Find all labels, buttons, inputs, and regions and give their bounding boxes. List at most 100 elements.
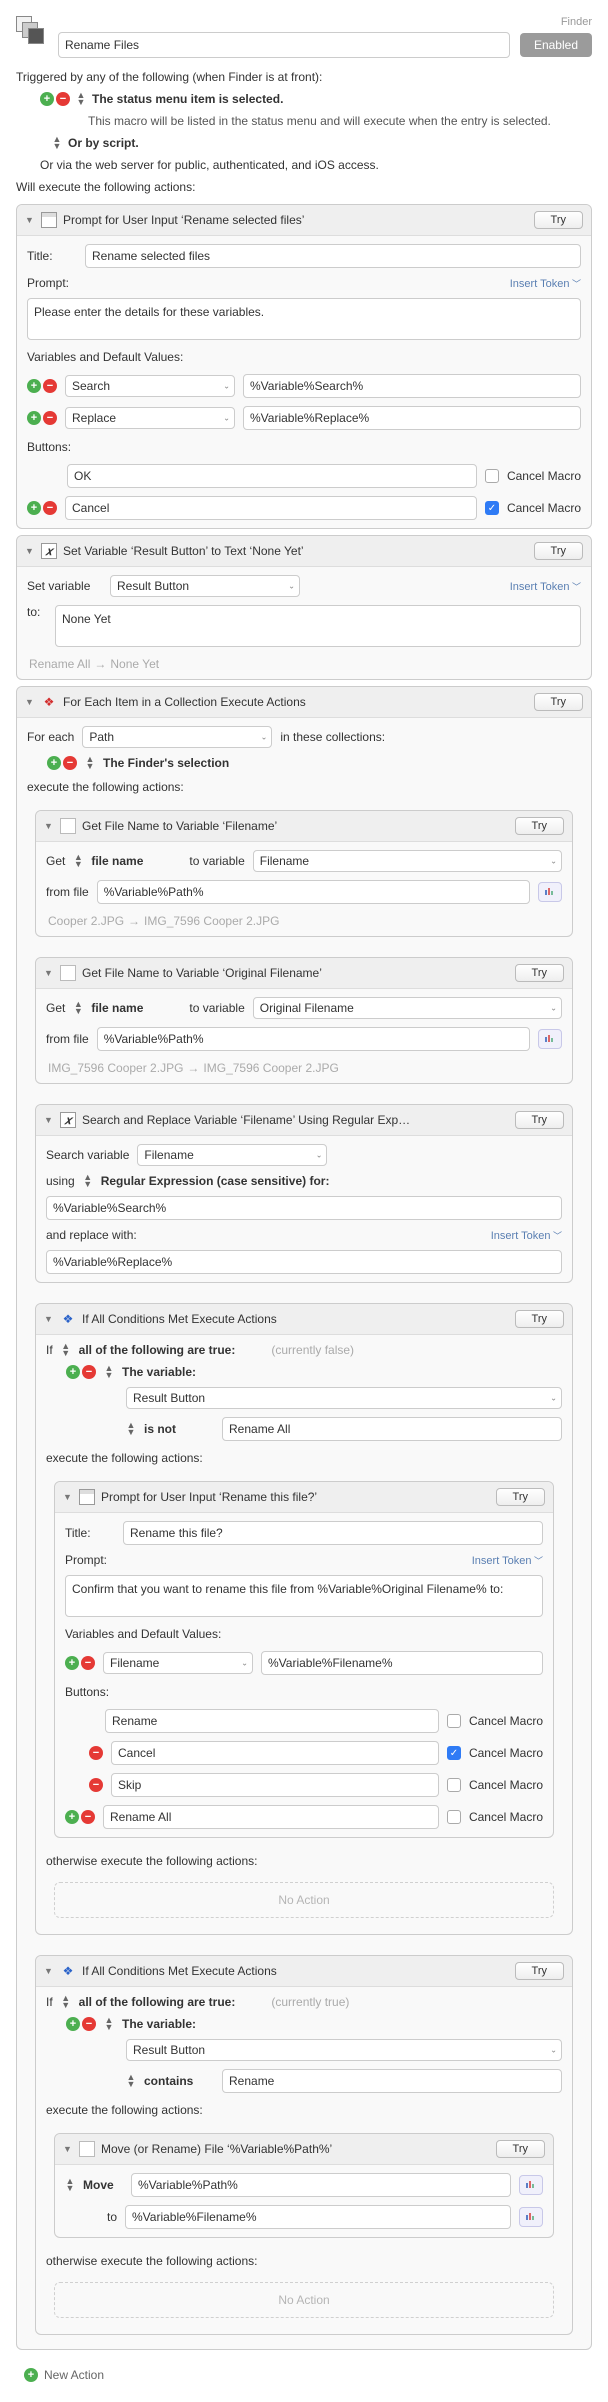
stepper-icon[interactable] [104,1365,114,1379]
cancel-macro-checkbox[interactable] [485,501,499,515]
variable-select[interactable]: Filename⌄ [137,1144,327,1166]
disclosure-icon[interactable]: ▼ [25,697,35,707]
disclosure-icon[interactable]: ▼ [44,1966,54,1976]
stepper-icon[interactable] [83,1174,93,1188]
disclosure-icon[interactable]: ▼ [25,546,35,556]
stepper-icon[interactable] [126,2074,136,2088]
var-add-remove[interactable]: +− [27,411,57,425]
the-variable-label[interactable]: The variable: [122,2017,196,2031]
variable-select[interactable]: Original Filename⌄ [253,997,562,1019]
collection-name[interactable]: The Finder's selection [103,756,229,770]
title-input[interactable] [123,1521,543,1545]
try-button[interactable]: Try [534,211,583,229]
insert-token[interactable]: Insert Token [510,580,581,593]
try-button[interactable]: Try [496,1488,545,1506]
stepper-icon[interactable] [104,2017,114,2031]
enabled-badge[interactable]: Enabled [520,33,592,57]
cond-operator[interactable]: is not [144,1422,214,1436]
choose-file-button[interactable] [519,2175,543,2195]
choose-file-button[interactable] [519,2207,543,2227]
no-action-placeholder[interactable]: No Action [54,1882,554,1918]
button-name-input[interactable] [103,1805,439,1829]
loop-var-select[interactable]: Path⌄ [82,726,272,748]
var-name-select[interactable]: Replace⌄ [65,407,235,429]
var-default-input[interactable] [243,374,581,398]
file-path-input[interactable] [97,880,530,904]
try-button[interactable]: Try [534,542,583,560]
remove-button-icon[interactable]: − [89,1746,103,1760]
stepper-icon[interactable] [73,1001,83,1015]
replace-with-input[interactable] [46,1250,562,1274]
file-path-input[interactable] [97,1027,530,1051]
try-button[interactable]: Try [515,964,564,982]
if-mode[interactable]: all of the following are true: [79,1995,236,2009]
disclosure-icon[interactable]: ▼ [63,1492,73,1502]
variable-select[interactable]: Filename⌄ [253,850,562,872]
prompt-textarea[interactable]: Please enter the details for these varia… [27,298,581,340]
choose-file-button[interactable] [538,882,562,902]
stepper-icon[interactable] [61,1343,71,1357]
macro-name-input[interactable] [58,32,510,58]
cond-variable-select[interactable]: Result Button⌄ [126,2039,562,2061]
stepper-icon[interactable] [85,756,95,770]
try-button[interactable]: Try [515,1962,564,1980]
cond-operator[interactable]: contains [144,2074,214,2088]
variable-select[interactable]: Result Button⌄ [110,575,300,597]
var-default-input[interactable] [261,1651,543,1675]
button-name-input[interactable] [111,1773,439,1797]
trigger-status-menu[interactable]: The status menu item is selected. [92,92,283,106]
var-add-remove[interactable]: +− [27,379,57,393]
choose-file-button[interactable] [538,1029,562,1049]
dst-path-input[interactable] [125,2205,511,2229]
button-name-input[interactable] [65,496,477,520]
button-add-remove[interactable]: +− [27,501,57,515]
disclosure-icon[interactable]: ▼ [63,2144,73,2154]
var-name-select[interactable]: Search⌄ [65,375,235,397]
stepper-icon[interactable] [52,136,62,150]
try-button[interactable]: Try [534,693,583,711]
remove-button-icon[interactable]: − [89,1778,103,1792]
disclosure-icon[interactable]: ▼ [44,1314,54,1324]
cancel-macro-checkbox[interactable] [447,1746,461,1760]
cond-add-remove[interactable]: +− [66,2017,96,2031]
cond-variable-select[interactable]: Result Button⌄ [126,1387,562,1409]
no-action-placeholder[interactable]: No Action [54,2282,554,2318]
stepper-icon[interactable] [61,1995,71,2009]
stepper-icon[interactable] [65,2178,75,2192]
cancel-macro-checkbox[interactable] [447,1778,461,1792]
title-input[interactable] [85,244,581,268]
button-add-remove[interactable]: +− [65,1810,95,1824]
cond-value-input[interactable] [222,2069,562,2093]
button-name-input[interactable] [67,464,477,488]
var-name-select[interactable]: Filename⌄ [103,1652,253,1674]
cancel-macro-checkbox[interactable] [447,1810,461,1824]
src-path-input[interactable] [131,2173,511,2197]
cond-add-remove[interactable]: +− [66,1365,96,1379]
cancel-macro-checkbox[interactable] [447,1714,461,1728]
the-variable-label[interactable]: The variable: [122,1365,196,1379]
insert-token[interactable]: Insert Token [472,1554,543,1567]
stepper-icon[interactable] [126,1422,136,1436]
insert-token[interactable]: Insert Token [510,277,581,290]
var-add-remove[interactable]: +− [65,1656,95,1670]
disclosure-icon[interactable]: ▼ [44,968,54,978]
new-action-label[interactable]: New Action [44,2368,104,2382]
try-button[interactable]: Try [515,817,564,835]
prompt-textarea[interactable]: Confirm that you want to rename this fil… [65,1575,543,1617]
attr-label[interactable]: file name [91,1001,143,1015]
cond-value-input[interactable] [222,1417,562,1441]
try-button[interactable]: Try [496,2140,545,2158]
button-name-input[interactable] [105,1709,439,1733]
move-op[interactable]: Move [83,2178,123,2192]
search-for-input[interactable] [46,1196,562,1220]
trigger-or-by-script[interactable]: Or by script. [68,136,139,150]
disclosure-icon[interactable]: ▼ [25,215,35,225]
add-action-button[interactable]: + [24,2368,38,2382]
if-mode[interactable]: all of the following are true: [79,1343,236,1357]
disclosure-icon[interactable]: ▼ [44,821,54,831]
stepper-icon[interactable] [76,92,86,106]
insert-token[interactable]: Insert Token [491,1229,562,1242]
collection-add-remove[interactable]: +− [47,756,77,770]
attr-label[interactable]: file name [91,854,143,868]
button-name-input[interactable] [111,1741,439,1765]
